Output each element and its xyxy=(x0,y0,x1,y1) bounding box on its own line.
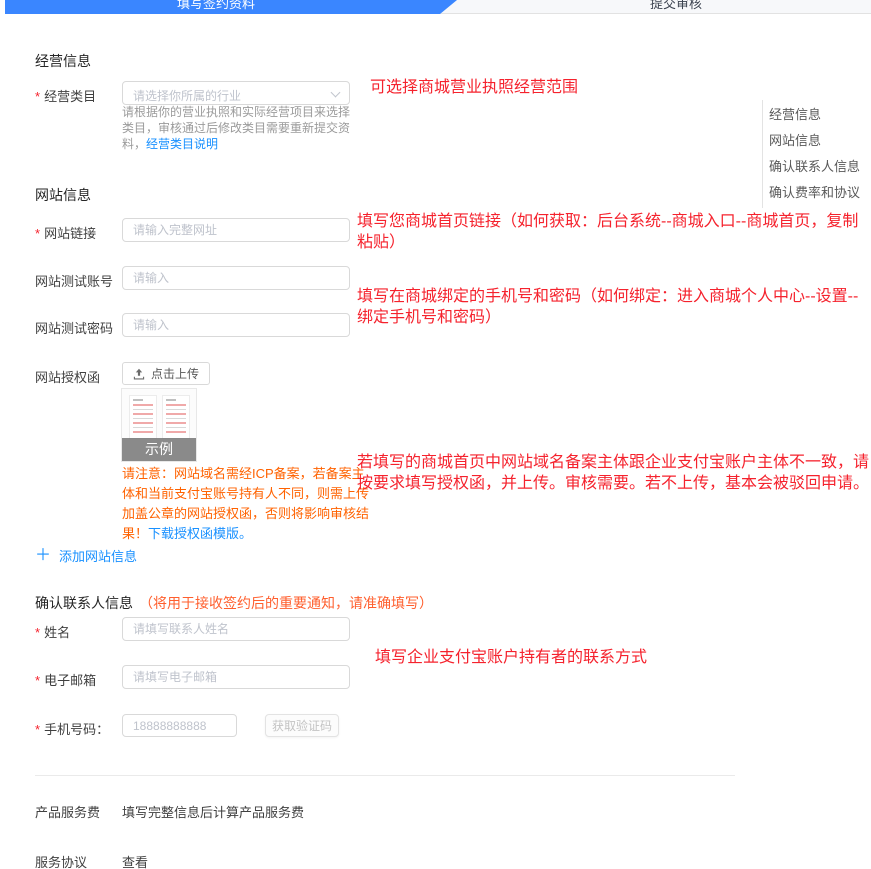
tab-fill-info[interactable]: 填写签约资料 xyxy=(5,0,457,14)
add-site-link-label: 添加网站信息 xyxy=(59,546,137,565)
test-account-input[interactable] xyxy=(122,266,350,290)
auth-letter-label: 网站授权函 xyxy=(35,367,100,386)
category-help: 请根据你的营业执照和实际经营项目来选择类目，审核通过后修改类目需要重新提交资料，… xyxy=(122,104,355,152)
signing-form-page: 提交审核 填写签约资料 经营信息 网站信息 确认联系人信息 确认费率和协议 经营… xyxy=(0,0,871,869)
tab-submit-review[interactable]: 提交审核 xyxy=(440,0,871,14)
agreement-view-link[interactable]: 查看 xyxy=(122,852,148,869)
section-title-contact: 确认联系人信息（将用于接收签约后的重要通知，请准确填写） xyxy=(35,593,433,613)
required-mark: * xyxy=(35,722,40,737)
add-site-link[interactable]: ＋ 添加网站信息 xyxy=(35,546,137,565)
auth-warning: 请注意：网站域名需经ICP备案，若备案主体和当前支付宝账号持有人不同，则需上传加… xyxy=(122,464,372,544)
test-account-annotation: 填写在商城绑定的手机号和密码（如何绑定：进入商城个人中心--设置--绑定手机号和… xyxy=(357,286,871,328)
required-mark: * xyxy=(35,625,40,640)
category-select[interactable]: 请选择你所属的行业 xyxy=(122,81,350,105)
test-password-label: 网站测试密码 xyxy=(35,318,113,337)
required-mark: * xyxy=(35,89,40,104)
website-link-annotation: 填写您商城首页链接（如何获取：后台系统--商城入口--商城首页，复制粘贴） xyxy=(357,211,871,253)
phone-input[interactable] xyxy=(122,714,237,737)
sample-doc-page xyxy=(162,395,190,439)
anchor-nav: 经营信息 网站信息 确认联系人信息 确认费率和协议 xyxy=(762,100,860,208)
fee-value: 填写完整信息后计算产品服务费 xyxy=(122,802,304,821)
category-label: *经营类目 xyxy=(35,86,96,105)
plus-icon: ＋ xyxy=(35,549,51,563)
step-tabbar: 提交审核 填写签约资料 xyxy=(0,0,871,14)
sample-thumbnail[interactable]: 示例 xyxy=(121,388,197,462)
website-link-input[interactable] xyxy=(122,218,350,242)
anchor-item-contact[interactable]: 确认联系人信息 xyxy=(769,154,860,180)
section-title-business: 经营信息 xyxy=(35,51,91,71)
category-annotation: 可选择商城营业执照经营范围 xyxy=(370,77,871,98)
contact-annotation: 填写企业支付宝账户持有者的联系方式 xyxy=(375,647,871,668)
anchor-item-business[interactable]: 经营信息 xyxy=(769,102,860,128)
upload-button[interactable]: 点击上传 xyxy=(122,362,210,385)
chevron-down-icon xyxy=(331,88,341,98)
anchor-item-rate-agreement[interactable]: 确认费率和协议 xyxy=(769,180,860,206)
upload-button-label: 点击上传 xyxy=(151,365,199,382)
required-mark: * xyxy=(35,226,40,241)
category-select-placeholder: 请选择你所属的行业 xyxy=(133,87,241,104)
name-label: *姓名 xyxy=(35,622,70,641)
upload-icon xyxy=(133,368,145,380)
website-link-label: *网站链接 xyxy=(35,223,96,242)
tab-fill-info-label: 填写签约资料 xyxy=(5,0,427,12)
agreement-label: 服务协议 xyxy=(35,852,87,869)
contact-title-note: （将用于接收签约后的重要通知，请准确填写） xyxy=(139,595,433,611)
email-label: *电子邮箱 xyxy=(35,670,96,689)
tab-submit-review-label: 提交审核 xyxy=(650,0,702,12)
divider xyxy=(35,775,735,776)
test-password-input[interactable] xyxy=(122,313,350,337)
test-account-label: 网站测试账号 xyxy=(35,271,113,290)
sample-doc-page xyxy=(129,395,157,439)
sms-code-button[interactable]: 获取验证码 xyxy=(265,714,339,737)
email-input[interactable] xyxy=(122,665,350,689)
name-input[interactable] xyxy=(122,617,350,641)
auth-letter-annotation: 若填写的商城首页中网站域名备案主体跟企业支付宝账户主体不一致，请按要求填写授权函… xyxy=(357,452,871,494)
category-help-link[interactable]: 经营类目说明 xyxy=(146,137,218,151)
section-title-website: 网站信息 xyxy=(35,185,91,205)
required-mark: * xyxy=(35,673,40,688)
phone-label: *手机号码： xyxy=(35,719,109,738)
sample-badge: 示例 xyxy=(122,438,196,461)
fee-label: 产品服务费 xyxy=(35,802,100,821)
download-template-link[interactable]: 下载授权函模版。 xyxy=(148,526,252,541)
anchor-item-website[interactable]: 网站信息 xyxy=(769,128,860,154)
